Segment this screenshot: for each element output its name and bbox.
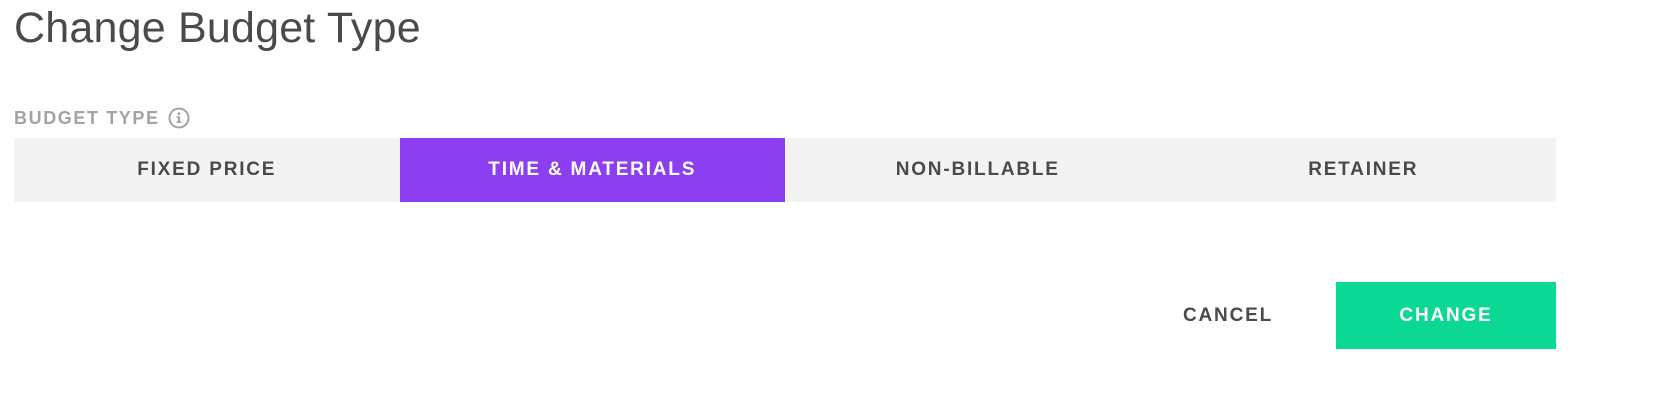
cancel-button[interactable]: CANCEL xyxy=(1160,282,1296,349)
change-budget-type-dialog: Change Budget Type BUDGET TYPE FIXED PRI… xyxy=(0,0,1665,406)
budget-type-selector: FIXED PRICE TIME & MATERIALS NON-BILLABL… xyxy=(14,138,1556,202)
budget-type-option-retainer[interactable]: RETAINER xyxy=(1170,138,1556,202)
budget-type-option-fixed-price[interactable]: FIXED PRICE xyxy=(14,138,400,202)
budget-type-label: BUDGET TYPE xyxy=(14,107,160,128)
budget-type-option-time-materials[interactable]: TIME & MATERIALS xyxy=(399,138,785,202)
info-circle-icon[interactable] xyxy=(168,107,190,129)
change-button[interactable]: CHANGE xyxy=(1336,282,1556,349)
budget-type-option-non-billable[interactable]: NON-BILLABLE xyxy=(785,138,1171,202)
dialog-title: Change Budget Type xyxy=(14,4,421,52)
budget-type-label-row: BUDGET TYPE xyxy=(14,106,190,130)
